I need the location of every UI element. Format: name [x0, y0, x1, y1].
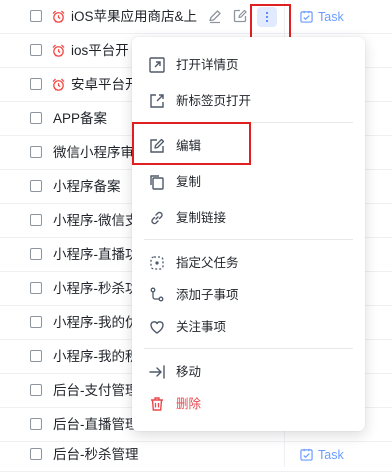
- row-checkbox[interactable]: [30, 350, 42, 362]
- alarm-clock-icon: [52, 44, 65, 57]
- menu-divider: [144, 348, 353, 349]
- task-type-icon: [300, 10, 313, 23]
- subtask-icon: [150, 287, 164, 302]
- context-menu: 打开详情页 新标签页打开 编辑 复制 复制链接 指定父任务 添加子事项 关注事项…: [132, 37, 365, 431]
- row-checkbox[interactable]: [30, 248, 42, 260]
- edit-square-icon[interactable]: [232, 8, 248, 24]
- external-link-icon: [150, 94, 164, 108]
- row-checkbox[interactable]: [30, 384, 42, 396]
- task-title[interactable]: 小程序-我的优: [53, 315, 139, 331]
- type-tag-label: Task: [318, 10, 344, 24]
- row-checkbox[interactable]: [30, 78, 42, 90]
- task-title[interactable]: iOS苹果应用商店&上: [71, 9, 197, 25]
- task-title[interactable]: 后台-秒杀管理: [53, 447, 139, 463]
- row-checkbox[interactable]: [30, 316, 42, 328]
- task-type-icon: [300, 448, 313, 461]
- row-checkbox[interactable]: [30, 112, 42, 124]
- task-title[interactable]: 后台-支付管理: [53, 383, 139, 399]
- menu-item-add-subitem[interactable]: 添加子事项: [132, 279, 365, 311]
- row-checkbox[interactable]: [30, 418, 42, 430]
- task-title[interactable]: 小程序-直播功: [53, 247, 139, 263]
- menu-item-label: 移动: [176, 365, 202, 379]
- row-checkbox[interactable]: [30, 214, 42, 226]
- open-in-panel-icon: [149, 57, 165, 73]
- menu-item-label: 新标签页打开: [176, 94, 252, 108]
- menu-divider: [144, 239, 353, 240]
- row-checkbox[interactable]: [30, 146, 42, 158]
- row-checkbox[interactable]: [30, 10, 42, 22]
- menu-item-set-parent[interactable]: 指定父任务: [132, 247, 365, 279]
- menu-item-follow[interactable]: 关注事项: [132, 311, 365, 343]
- menu-item-copy-link[interactable]: 复制链接: [132, 202, 365, 234]
- edit-item-highlight: [132, 122, 251, 165]
- menu-item-label: 删除: [176, 397, 202, 411]
- menu-item-label: 添加子事项: [176, 288, 239, 302]
- alarm-clock-icon: [52, 10, 65, 23]
- row-checkbox[interactable]: [30, 44, 42, 56]
- task-title[interactable]: APP备案: [53, 111, 107, 127]
- task-title[interactable]: 微信小程序审: [53, 145, 134, 161]
- task-title[interactable]: 后台-直播管理: [53, 417, 139, 433]
- menu-item-label: 关注事项: [176, 320, 227, 334]
- copy-icon: [150, 175, 164, 190]
- parent-task-icon: [150, 256, 164, 270]
- task-title[interactable]: 小程序-我的积: [53, 349, 139, 365]
- menu-item-move[interactable]: 移动: [132, 356, 365, 388]
- menu-item-delete[interactable]: 删除: [132, 388, 365, 420]
- task-title[interactable]: ios平台开: [71, 43, 129, 59]
- row-checkbox[interactable]: [30, 448, 42, 460]
- task-title[interactable]: 安卓平台开: [71, 77, 139, 93]
- menu-item-label: 复制链接: [176, 211, 227, 225]
- pencil-icon[interactable]: [207, 8, 223, 24]
- alarm-clock-icon: [52, 78, 65, 91]
- link-icon: [151, 211, 163, 225]
- menu-item-label: 复制: [176, 175, 202, 189]
- menu-item-copy[interactable]: 复制: [132, 166, 365, 198]
- row-checkbox[interactable]: [30, 180, 42, 192]
- menu-item-open-new-tab[interactable]: 新标签页打开: [132, 85, 365, 117]
- table-row[interactable]: iOS苹果应用商店&上 Task: [0, 0, 392, 34]
- type-tag-label: Task: [318, 448, 344, 462]
- menu-item-label: 打开详情页: [176, 58, 239, 72]
- trash-icon: [151, 397, 163, 411]
- row-checkbox[interactable]: [30, 282, 42, 294]
- task-title[interactable]: 小程序-秒杀功: [53, 281, 139, 297]
- heart-icon: [150, 321, 164, 334]
- move-arrow-icon: [149, 365, 165, 379]
- menu-item-label: 指定父任务: [176, 256, 239, 270]
- task-title[interactable]: 小程序备案: [53, 179, 121, 195]
- task-title[interactable]: 小程序-微信支: [53, 213, 139, 229]
- menu-item-open-detail[interactable]: 打开详情页: [132, 49, 365, 81]
